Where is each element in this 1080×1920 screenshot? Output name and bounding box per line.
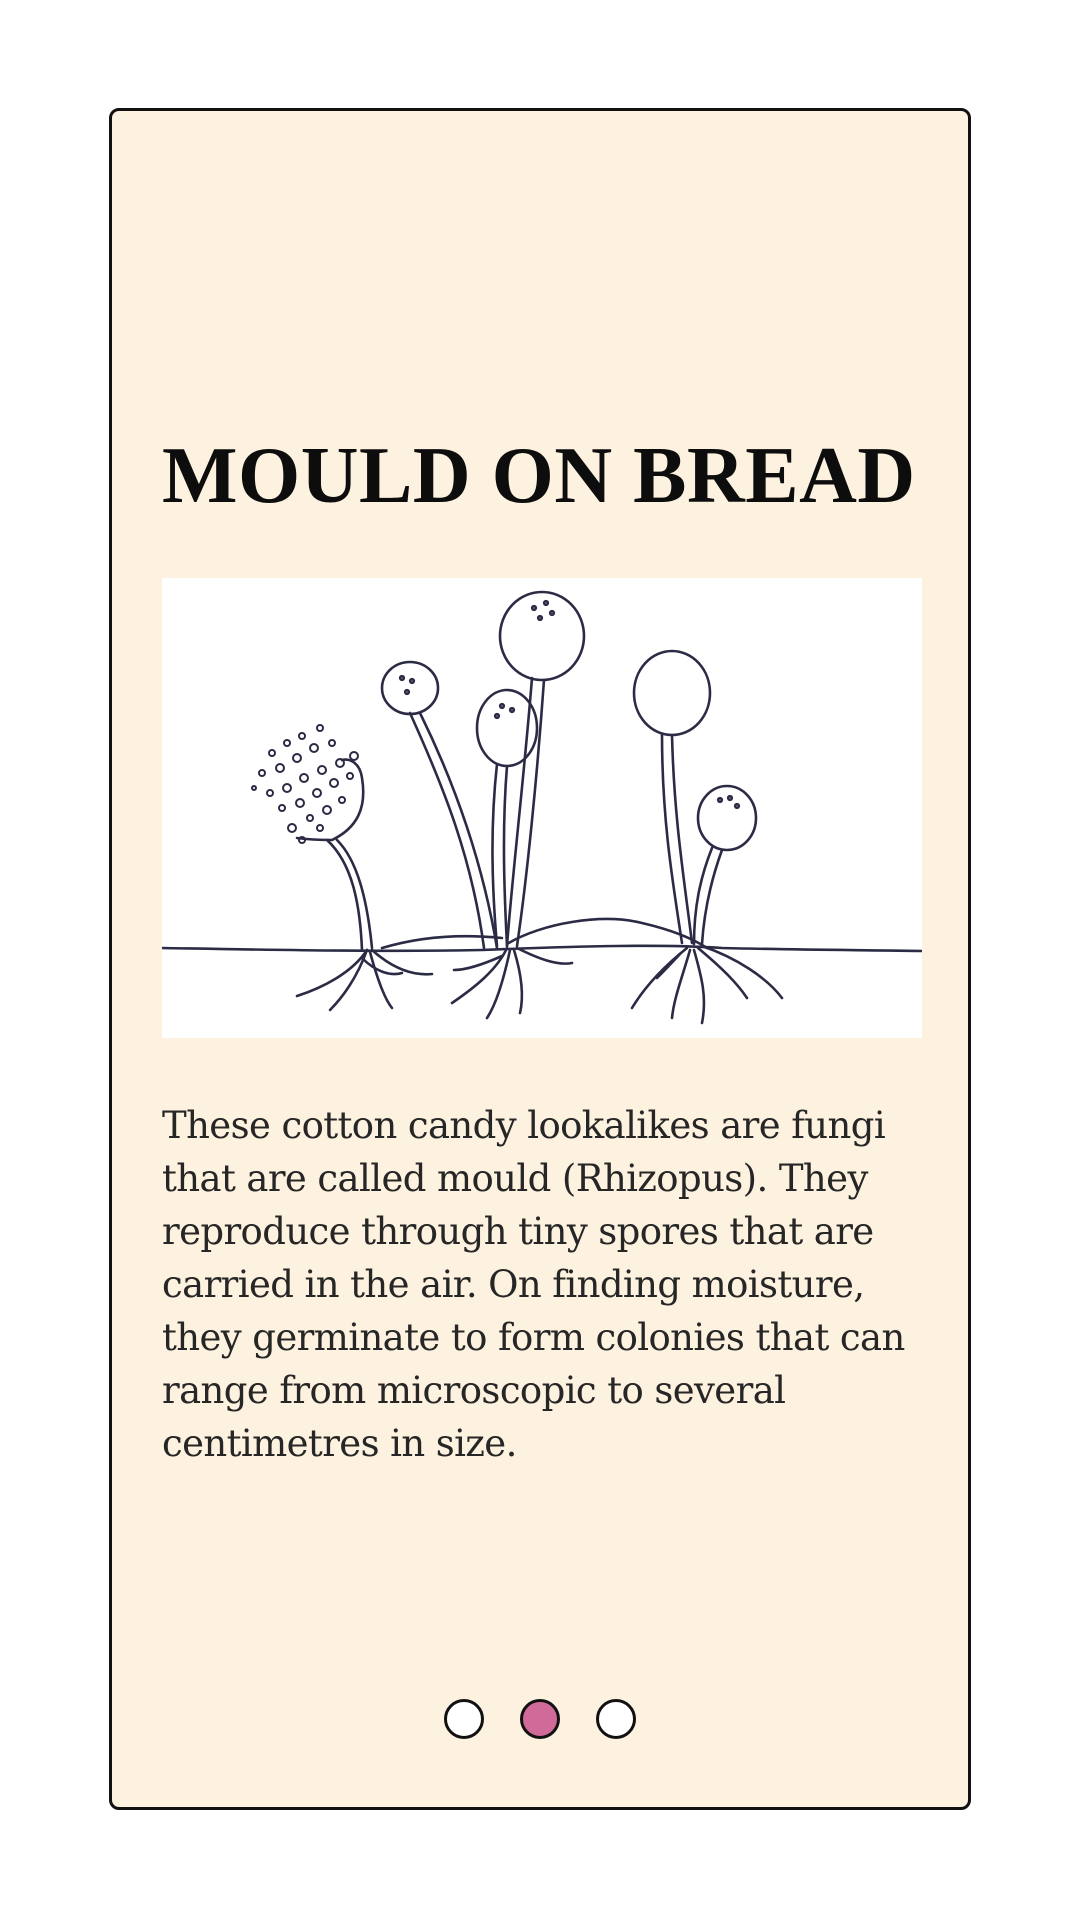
page-dot-2-active[interactable]: [520, 1699, 560, 1739]
page-dot-3[interactable]: [596, 1699, 636, 1739]
rhizopus-drawing: [162, 590, 922, 1025]
page-indicator: [112, 1699, 968, 1739]
page-dot-1[interactable]: [444, 1699, 484, 1739]
description-text: These cotton candy lookalikes are fungi …: [162, 1104, 905, 1465]
page-title: MOULD ON BREAD: [162, 432, 916, 520]
story-card: MOULD ON BREAD These cotton candy lookal…: [109, 108, 971, 1810]
mould-illustration: [162, 578, 922, 1038]
